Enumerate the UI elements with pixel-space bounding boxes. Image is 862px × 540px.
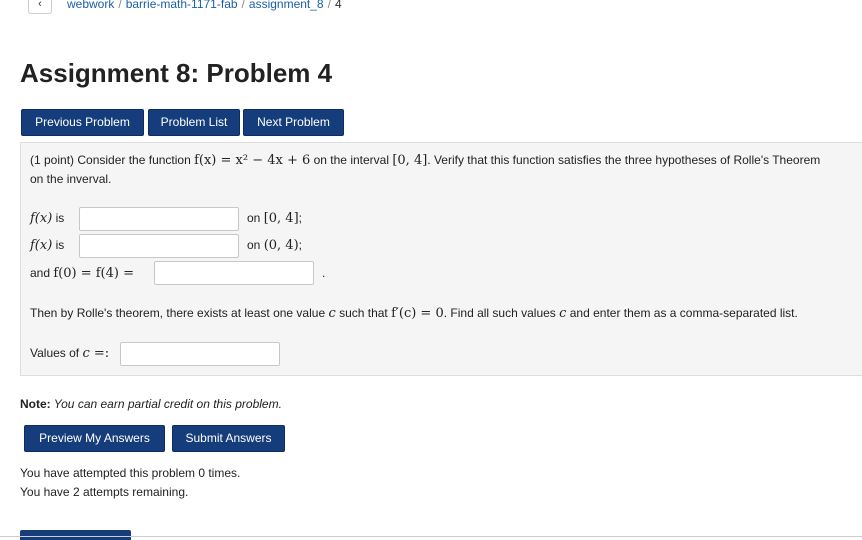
hypothesis-2-interval: on (0, 4); — [247, 238, 302, 253]
page-title: Assignment 8: Problem 4 — [20, 58, 333, 88]
breadcrumb-current: 4 — [334, 0, 342, 11]
problem-statement: (1 point) Consider the function f(x) = x… — [30, 153, 821, 168]
hypothesis-1-interval: on [0, 4]; — [247, 211, 302, 226]
hypothesis-3-end: . — [322, 266, 326, 280]
differentiability-answer-input[interactable] — [79, 234, 239, 258]
attempts-remaining: You have 2 attempts remaining. — [20, 485, 189, 499]
partial-credit-note: Note: You can earn partial credit on thi… — [20, 397, 282, 411]
problem-body: (1 point) Consider the function f(x) = x… — [20, 142, 862, 376]
values-of-c-label: Values of c =: — [30, 346, 110, 361]
previous-problem-button[interactable]: Previous Problem — [21, 109, 144, 136]
attempts-count: You have attempted this problem 0 times. — [20, 466, 241, 480]
function-expression: f(x) = x² − 4x + 6 — [194, 153, 311, 168]
breadcrumb-link-assignment[interactable]: assignment_8 — [249, 0, 324, 11]
endpoint-values-input[interactable] — [154, 261, 314, 285]
breadcrumb-separator: / — [118, 0, 122, 11]
continuity-answer-input[interactable] — [79, 207, 239, 231]
divider — [0, 536, 862, 537]
next-problem-button[interactable]: Next Problem — [243, 109, 344, 136]
breadcrumb-link-course[interactable]: barrie-math-1171-fab — [126, 0, 238, 11]
back-button[interactable]: ‹ — [28, 0, 52, 14]
preview-answers-button[interactable]: Preview My Answers — [24, 425, 165, 452]
breadcrumb-link-webwork[interactable]: webwork — [67, 0, 114, 11]
hypothesis-2-label: f(x) is — [30, 238, 65, 253]
values-of-c-input[interactable] — [120, 342, 280, 366]
problem-statement-line2: on the inverval. — [30, 172, 112, 186]
problem-list-button[interactable]: Problem List — [148, 109, 240, 136]
hypothesis-1-label: f(x) is — [30, 211, 65, 226]
interval-expression: [0, 4] — [392, 153, 428, 168]
breadcrumb-separator: / — [327, 0, 331, 11]
hypothesis-3-label: and f(0) = f(4) = — [30, 266, 134, 281]
breadcrumb: ‹ webwork / barrie-math-1171-fab / assignmen… — [0, 0, 862, 14]
breadcrumb-trail: webwork / barrie-math-1171-fab / assignment_… — [67, 0, 342, 11]
chevron-left-icon: ‹ — [38, 0, 42, 10]
breadcrumb-separator: / — [241, 0, 245, 11]
rolle-statement: Then by Rolle's theorem, there exists at… — [30, 306, 798, 321]
submit-answers-button[interactable]: Submit Answers — [172, 425, 285, 452]
